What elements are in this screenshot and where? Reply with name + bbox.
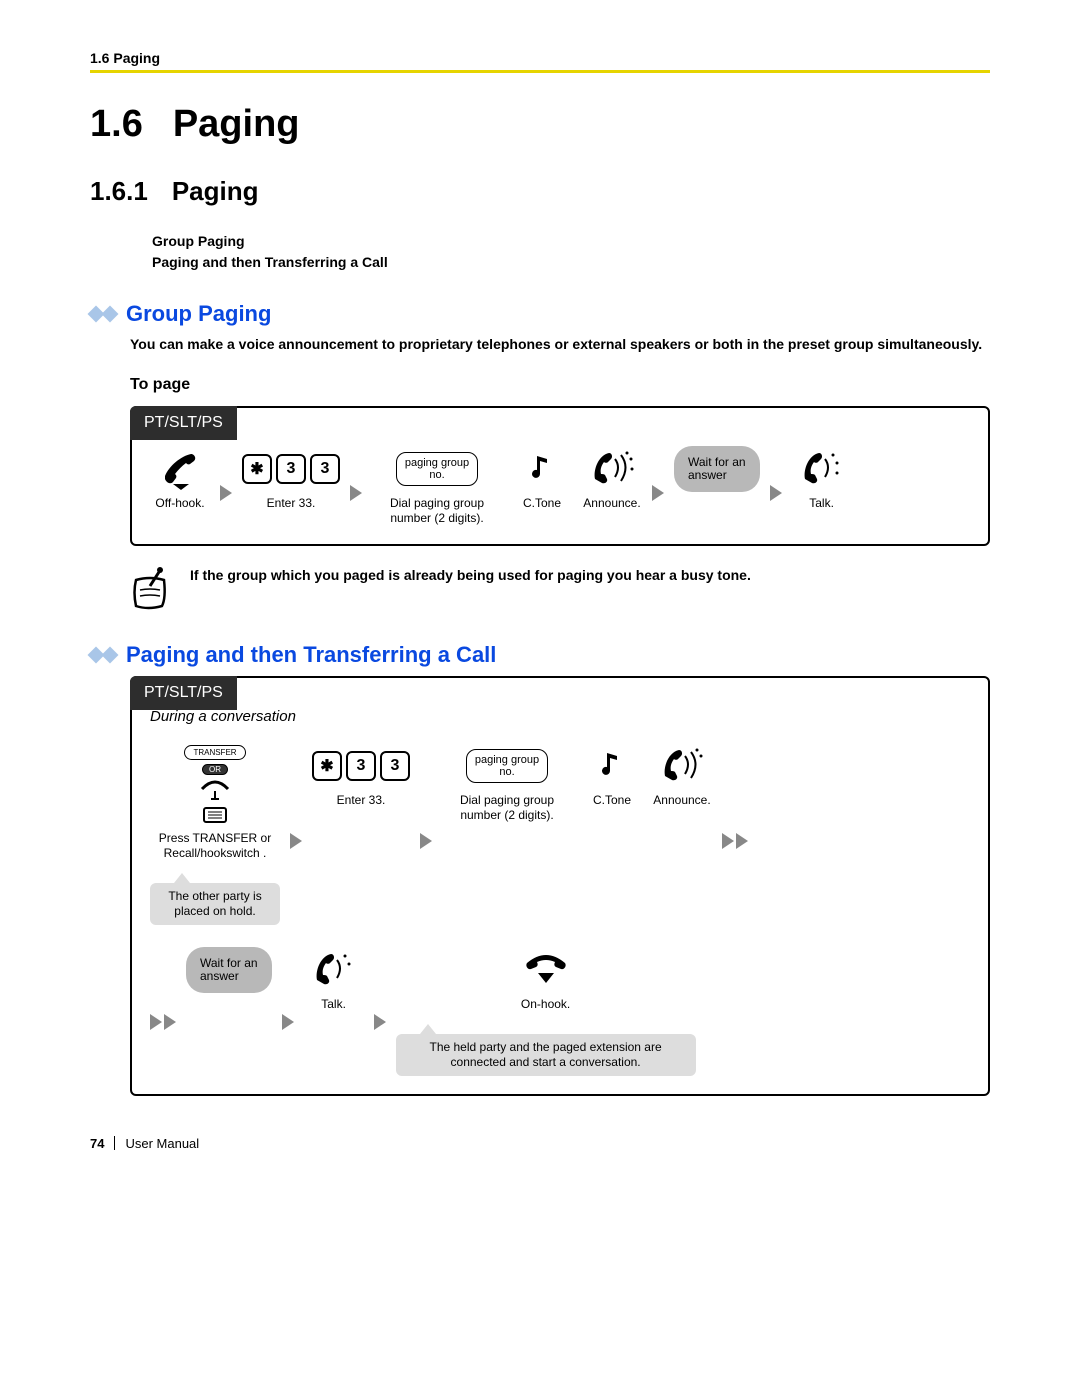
arrow-icon: [282, 1014, 294, 1030]
handset-speak-icon: [799, 448, 845, 490]
step-ctone-label-2: C.Tone: [593, 793, 631, 808]
transfer-heading: Paging and then Transferring a Call: [90, 642, 990, 668]
phone-base-icon: [200, 805, 230, 825]
diamond-bullet-icon: [90, 308, 116, 320]
step-dial-group: paging group no. Dial paging group numbe…: [372, 448, 502, 526]
step-press-label: Press TRANSFER or Recall/hookswitch .: [150, 831, 280, 861]
subsection-heading: 1.6.1 Paging: [90, 176, 990, 207]
callout-onhold: The other party is placed on hold.: [150, 883, 280, 925]
step-onhook: On-hook. The held party and the paged ex…: [396, 949, 696, 1076]
step-offhook-label: Off-hook.: [155, 496, 204, 511]
step-enter-label: Enter 33.: [267, 496, 316, 511]
page-number: 74: [90, 1136, 104, 1151]
arrow-icon: [374, 1014, 386, 1030]
context-line: During a conversation: [150, 708, 970, 725]
step-talk: Talk.: [792, 448, 852, 511]
subsection-title: Paging: [172, 176, 259, 207]
double-arrow-icon: [150, 1014, 176, 1030]
procedure-group-paging: PT/SLT/PS Off-hook. ✱ 3 3 Enter 33. pagi…: [130, 406, 990, 546]
step-offhook: Off-hook.: [150, 448, 210, 511]
music-note-icon: [601, 745, 623, 787]
section-number: 1.6: [90, 103, 143, 146]
handset-speak-icon: [311, 949, 357, 991]
footer-manual: User Manual: [125, 1136, 199, 1151]
arrow-icon: [770, 485, 782, 501]
step-talk-label: Talk.: [809, 496, 834, 511]
transfer-recall-icon: TRANSFER OR: [175, 745, 255, 825]
step-wait-2: Wait for an answer: [186, 949, 272, 991]
toc-item-1: Group Paging: [152, 231, 990, 252]
step-dial-group-2: paging group no. Dial paging group numbe…: [442, 745, 572, 823]
handset-speak-icon: [589, 448, 635, 490]
step-announce-label: Announce.: [583, 496, 640, 511]
step-press-transfer: TRANSFER OR Press TRANSFER or Recall/hoo…: [150, 745, 280, 925]
step-enter-code-2: ✱ 3 3 Enter 33.: [312, 745, 410, 808]
step-dial-label: Dial paging group number (2 digits).: [372, 496, 502, 526]
transfer-button-icon: TRANSFER: [184, 745, 245, 760]
arrow-icon: [220, 485, 232, 501]
step-dial-label-2: Dial paging group number (2 digits).: [442, 793, 572, 823]
key-3b: 3: [380, 751, 410, 781]
step-announce: Announce.: [582, 448, 642, 511]
arrow-icon: [290, 833, 302, 849]
step-talk-2: Talk.: [304, 949, 364, 1012]
header-crumb: 1.6 Paging: [90, 50, 990, 73]
or-badge: OR: [202, 764, 228, 775]
handset-speak-icon: [659, 745, 705, 787]
toc: Group Paging Paging and then Transferrin…: [152, 231, 990, 273]
procedure-tab: PT/SLT/PS: [130, 406, 237, 440]
footer-separator: [114, 1136, 115, 1150]
key-3a: 3: [276, 454, 306, 484]
subsection-number: 1.6.1: [90, 176, 148, 207]
paging-group-oval: paging group no.: [396, 452, 478, 486]
group-paging-desc: You can make a voice announcement to pro…: [130, 335, 990, 354]
callout-connected: The held party and the paged extension a…: [396, 1034, 696, 1076]
arrow-icon: [652, 485, 664, 501]
handset-offhook-icon: [159, 448, 201, 490]
step-announce-label-2: Announce.: [653, 793, 710, 808]
step-ctone-label: C.Tone: [523, 496, 561, 511]
music-note-icon: [531, 448, 553, 490]
arrow-icon: [350, 485, 362, 501]
note-busy-tone: If the group which you paged is already …: [130, 562, 990, 612]
key-3a: 3: [346, 751, 376, 781]
step-wait: Wait for an answer: [674, 448, 760, 496]
wait-pill: Wait for an answer: [186, 947, 272, 993]
arrow-icon: [420, 833, 432, 849]
note-text: If the group which you paged is already …: [190, 562, 751, 584]
transfer-title: Paging and then Transferring a Call: [126, 642, 496, 668]
step-ctone-2: C.Tone: [582, 745, 642, 808]
step-talk-label-2: Talk.: [321, 997, 346, 1012]
to-page-label: To page: [130, 376, 990, 394]
wait-pill: Wait for an answer: [674, 446, 760, 492]
paging-group-oval: paging group no.: [466, 749, 548, 783]
double-arrow-icon: [722, 833, 748, 849]
procedure-transfer: PT/SLT/PS During a conversation TRANSFER…: [130, 676, 990, 1096]
key-3b: 3: [310, 454, 340, 484]
page-footer: 74 User Manual: [90, 1136, 990, 1151]
key-star: ✱: [242, 454, 272, 484]
note-pad-icon: [130, 562, 172, 612]
handset-onhook-icon: [521, 949, 571, 991]
diamond-bullet-icon: [90, 649, 116, 661]
step-onhook-label: On-hook.: [521, 997, 570, 1012]
hookswitch-icon: [198, 779, 232, 801]
toc-item-2: Paging and then Transferring a Call: [152, 252, 990, 273]
procedure-tab: PT/SLT/PS: [130, 676, 237, 710]
step-ctone: C.Tone: [512, 448, 572, 511]
step-enter-code: ✱ 3 3 Enter 33.: [242, 448, 340, 511]
group-paging-heading: Group Paging: [90, 301, 990, 327]
step-announce-2: Announce.: [652, 745, 712, 808]
section-title: Paging: [173, 103, 300, 146]
section-heading: 1.6 Paging: [90, 103, 990, 146]
key-star: ✱: [312, 751, 342, 781]
group-paging-title: Group Paging: [126, 301, 271, 327]
step-enter-label-2: Enter 33.: [337, 793, 386, 808]
